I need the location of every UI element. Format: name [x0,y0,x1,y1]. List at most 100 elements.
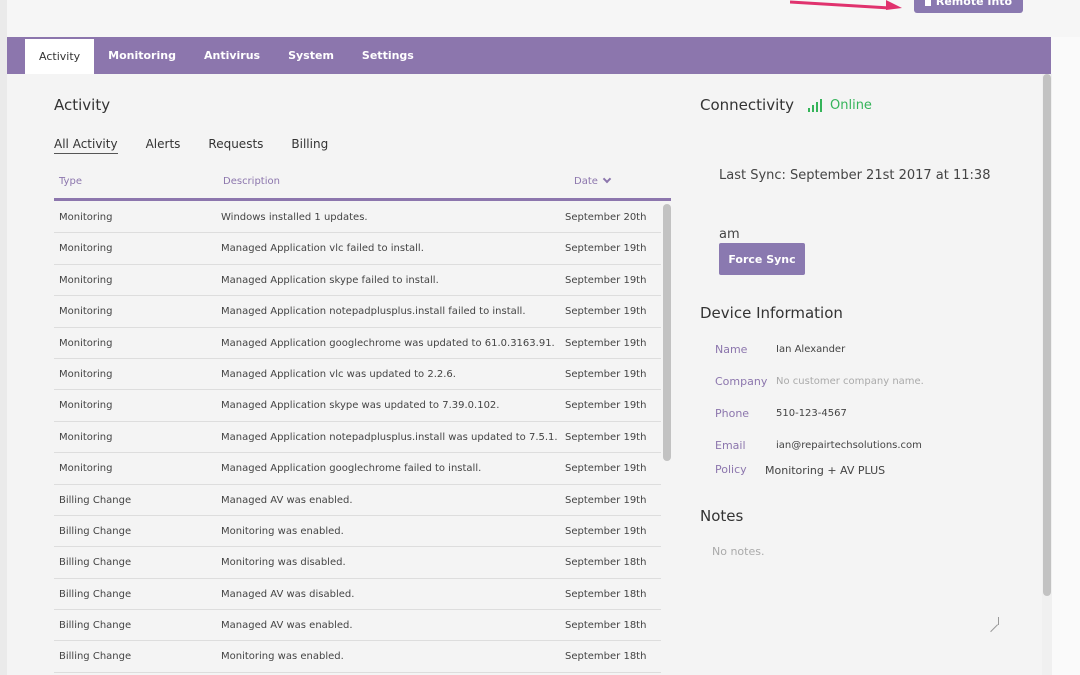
cell-description: Managed AV was disabled. [221,588,355,600]
cell-type: Monitoring [59,463,113,475]
cell-date: September 18th [565,651,647,663]
table-row[interactable]: Monitoring Managed Application googlechro… [54,453,661,485]
activity-title: Activity [54,96,111,114]
cell-description: Managed Application notepadplusplus.inst… [221,431,558,443]
column-type[interactable]: Type [59,176,82,187]
table-row[interactable]: Billing Change Managed AV was enabled. Sep… [54,484,661,516]
table-row[interactable]: Monitoring Managed Application vlc was up… [54,358,661,391]
online-status: Online [830,97,872,113]
cell-type: Billing Change [59,494,132,506]
cell-description: Managed Application googlechrome was upd… [221,337,555,349]
cell-description: Managed AV was enabled. [221,620,353,632]
cell-description: Managed Application skype was updated to… [221,400,500,412]
tab-monitoring[interactable]: Monitoring [94,37,190,74]
cell-description: Monitoring was enabled. [221,651,344,663]
cell-date: September 19th [565,368,647,380]
cell-date: September 19th [565,306,647,318]
cell-date: September 18th [565,557,647,569]
annotation-arrow [790,0,902,10]
cell-type: Monitoring [59,306,113,318]
cell-description: Monitoring was enabled. [221,525,344,537]
cell-type: Monitoring [59,243,113,255]
cell-date: September 20th [565,212,647,223]
name-label: Name [715,343,748,356]
table-row[interactable]: Monitoring Windows installed 1 updates. Se… [54,202,661,234]
signal-icon [808,98,822,112]
cell-date: September 19th [565,400,647,412]
notes-textarea[interactable]: No notes. [709,539,999,625]
tab-activity[interactable]: Activity [25,39,95,74]
table-row[interactable]: Monitoring Managed Application skype fail… [54,264,661,297]
left-border [0,0,7,675]
device-info-title: Device Information [700,304,843,322]
table-row[interactable]: Billing Change Managed AV was disabled. Se… [54,578,661,611]
subtab-alerts[interactable]: Alerts [146,137,181,154]
policy-label: Policy [715,463,747,476]
table-row[interactable]: Monitoring Managed Application skype was … [54,390,661,422]
email-value: ian@repairtechsolutions.com [776,440,922,451]
page-scrollbar[interactable] [1043,74,1051,596]
cell-type: Monitoring [59,431,113,443]
notes-placeholder: No notes. [712,545,765,558]
email-label: Email [715,439,746,452]
cell-date: September 19th [565,494,647,506]
cell-date: September 19th [565,431,647,443]
tab-antivirus[interactable]: Antivirus [190,37,274,74]
name-value: Ian Alexander [776,344,846,355]
force-sync-button[interactable]: Force Sync [719,243,805,275]
tab-system[interactable]: System [274,37,348,74]
last-sync-line1: Last Sync: September 21st 2017 at 11:38 [719,168,991,183]
connectivity-title: Connectivity [700,96,794,114]
column-description[interactable]: Description [223,176,280,187]
subtab-all-activity[interactable]: All Activity [54,137,118,154]
remote-into-label: Remote Into [935,0,1013,8]
table-row[interactable]: Billing Change Monitoring was enabled. Sep… [54,515,661,548]
table-row[interactable]: Monitoring Managed Application googlechro… [54,327,661,359]
cell-description: Managed AV was enabled. [221,494,353,506]
cell-date: September 18th [565,620,647,632]
table-row[interactable]: Monitoring Managed Application vlc failed… [54,233,661,265]
column-date-label: Date [574,176,598,187]
content-panel: Activity All Activity Alerts Requests Bi… [7,74,1051,675]
phone-label: Phone [715,407,750,420]
cell-type: Monitoring [59,337,113,349]
subtab-requests[interactable]: Requests [208,137,263,154]
notes-title: Notes [700,507,744,525]
table-row[interactable]: Monitoring Managed Application notepadplu… [54,296,661,328]
cell-date: September 19th [565,243,647,255]
chevron-down-icon [602,174,612,184]
cell-type: Billing Change [59,651,132,663]
cell-description: Managed Application vlc was updated to 2… [221,368,456,380]
table-row[interactable]: Monitoring Managed Application notepadplu… [54,421,661,454]
activity-subtabs: All Activity Alerts Requests Billing [54,137,328,154]
column-date[interactable]: Date [574,174,612,187]
company-label: Company [715,375,768,388]
cell-type: Monitoring [59,400,113,412]
cell-type: Monitoring [59,274,113,286]
table-row[interactable]: Billing Change Monitoring was disabled. Se… [54,547,661,579]
cell-description: Managed Application notepadplusplus.inst… [221,306,526,318]
table-scrollbar[interactable] [663,204,671,461]
cell-description: Managed Application vlc failed to instal… [221,243,424,255]
table-row[interactable]: Billing Change Monitoring was enabled. Sep… [54,641,661,673]
monitor-icon [924,0,931,6]
cell-date: September 19th [565,525,647,537]
cell-type: Billing Change [59,620,132,632]
cell-type: Billing Change [59,525,132,537]
cell-description: Windows installed 1 updates. [221,212,368,223]
activity-table-body: Monitoring Windows installed 1 updates. Se… [54,202,661,673]
tab-settings[interactable]: Settings [348,37,428,74]
activity-table-header: Type Description Date [54,169,671,201]
table-row[interactable]: Billing Change Managed AV was enabled. Sep… [54,610,661,642]
cell-type: Billing Change [59,588,132,600]
cell-date: September 19th [565,274,647,286]
right-gutter [1051,37,1080,675]
cell-description: Monitoring was disabled. [221,557,346,569]
cell-date: September 18th [565,588,647,600]
top-bar: Remote Into [0,0,1080,37]
main-nav: Activity Monitoring Antivirus System Set… [7,37,1051,74]
subtab-billing[interactable]: Billing [291,137,328,154]
resize-handle-icon[interactable] [991,617,999,625]
remote-into-button[interactable]: Remote Into [914,0,1023,13]
connectivity-header: Connectivity Online [700,96,872,114]
